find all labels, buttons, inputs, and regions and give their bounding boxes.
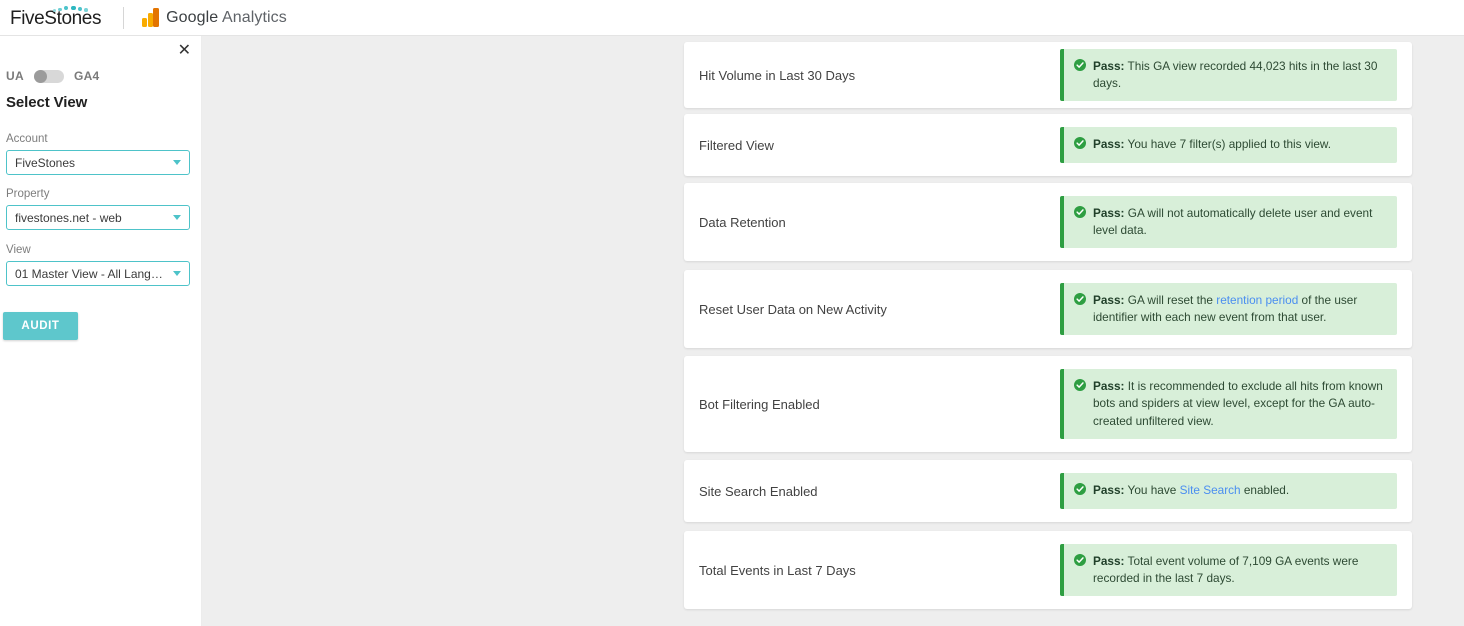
google-analytics-logo[interactable]: Google Analytics [142,8,287,27]
audit-result-card: Total Events in Last 7 Days Pass: Total e… [684,531,1412,609]
check-circle-icon [1074,58,1086,71]
audit-message-text: You have [1124,483,1180,498]
check-circle-icon [1074,292,1086,305]
page-title: Select View [6,94,88,111]
analytics-word: Analytics [221,8,287,26]
header-divider [123,6,125,29]
bar-chart-icon [142,8,159,27]
status-badge: Pass: [1093,137,1125,152]
status-badge: Pass: [1093,205,1125,220]
fivestones-dots-icon [53,5,93,13]
status-badge: Pass: [1093,483,1125,498]
chevron-down-icon [173,271,181,276]
audit-status-message: Pass: You have Site Search enabled. [1060,473,1397,509]
account-label: Account [6,133,48,145]
toggle-label-ga4: GA4 [73,69,100,83]
audit-status-text: Pass: You have 7 filter(s) applied to th… [1093,136,1331,153]
audit-status-text: Pass: GA will reset the retention period… [1093,292,1387,326]
app-header: Five Stones Google Analytics [0,0,1464,36]
view-field: View 01 Master View - All Languages [6,244,190,286]
audit-card-title: Filtered View [699,137,774,153]
audit-message-link[interactable]: retention period [1216,293,1298,307]
audit-card-title: Total Events in Last 7 Days [699,562,856,578]
ua-ga4-toggle-switch[interactable] [33,69,64,83]
check-circle-icon [1074,483,1086,496]
audit-message-link[interactable]: Site Search [1180,483,1241,497]
fivestones-logo-five: Five [10,7,45,29]
audit-message-text: GA will not automatically delete user an… [1093,205,1373,237]
audit-result-card: Reset User Data on New Activity Pass: GA … [684,270,1412,348]
toggle-label-ua: UA [6,69,24,83]
audit-message-text: Total event volume of 7,109 GA events we… [1093,553,1359,585]
audit-result-card: Hit Volume in Last 30 Days Pass: This GA … [684,42,1412,108]
audit-message-text: It is recommended to exclude all hits fr… [1093,379,1383,428]
audit-message-text: enabled. [1240,483,1290,498]
audit-status-text: Pass: Total event volume of 7,109 GA eve… [1093,553,1387,587]
audit-card-title: Reset User Data on New Activity [699,301,887,317]
status-badge: Pass: [1093,553,1125,568]
property-select[interactable]: fivestones.net - web [6,205,190,230]
check-circle-icon [1074,137,1086,150]
audit-status-text: Pass: This GA view recorded 44,023 hits … [1093,58,1387,92]
audit-message-text: You have 7 filter(s) applied to this vie… [1124,137,1332,152]
audit-status-message: Pass: You have 7 filter(s) applied to th… [1060,127,1397,163]
audit-result-card: Data Retention Pass: GA will not automati… [684,183,1412,261]
view-selected-value: 01 Master View - All Languages [15,266,169,281]
chevron-down-icon [173,215,181,220]
status-badge: Pass: [1093,58,1125,73]
audit-card-title: Bot Filtering Enabled [699,396,820,412]
fivestones-logo[interactable]: Five Stones [10,5,101,31]
check-circle-icon [1074,379,1086,392]
google-analytics-label: Google Analytics [166,9,287,27]
status-badge: Pass: [1093,292,1125,307]
audit-status-message: Pass: Total event volume of 7,109 GA eve… [1060,543,1397,597]
audit-button[interactable]: AUDIT [3,312,78,340]
audit-message-text: This GA view recorded 44,023 hits in the… [1093,58,1378,90]
view-select[interactable]: 01 Master View - All Languages [6,261,190,286]
audit-result-card: Site Search Enabled Pass: You have Site S… [684,460,1412,522]
audit-status-text: Pass: GA will not automatically delete u… [1093,205,1387,239]
audit-status-message: Pass: GA will not automatically delete u… [1060,195,1397,249]
account-selected-value: FiveStones [15,155,76,170]
check-circle-icon [1074,553,1086,566]
property-label: Property [6,188,50,200]
close-icon[interactable]: ✕ [178,42,191,58]
audit-card-title: Site Search Enabled [699,483,818,499]
google-word: Google [166,8,219,26]
audit-results-area: Hit Volume in Last 30 Days Pass: This GA … [202,36,1464,626]
account-select[interactable]: FiveStones [6,150,190,175]
view-label: View [6,244,31,256]
audit-status-message: Pass: This GA view recorded 44,023 hits … [1060,48,1397,102]
sidebar-panel: ✕ UA GA4 Select View Account FiveStones … [0,36,202,626]
audit-status-message: Pass: It is recommended to exclude all h… [1060,369,1397,439]
toggle-knob [33,69,47,83]
account-field: Account FiveStones [6,133,190,175]
audit-result-card: Bot Filtering Enabled Pass: It is recomme… [684,356,1412,452]
audit-card-title: Hit Volume in Last 30 Days [699,67,856,83]
chevron-down-icon [173,160,181,165]
audit-card-title: Data Retention [699,214,786,230]
ua-ga4-toggle-row: UA GA4 [6,69,100,83]
audit-message-text: GA will reset the [1124,292,1217,307]
audit-status-text: Pass: You have Site Search enabled. [1093,482,1289,499]
property-field: Property fivestones.net - web [6,188,190,230]
property-selected-value: fivestones.net - web [15,210,122,225]
status-badge: Pass: [1093,379,1125,394]
check-circle-icon [1074,205,1086,218]
audit-status-text: Pass: It is recommended to exclude all h… [1093,378,1387,429]
audit-status-message: Pass: GA will reset the retention period… [1060,282,1397,336]
audit-result-card: Filtered View Pass: You have 7 filter(s) … [684,114,1412,176]
